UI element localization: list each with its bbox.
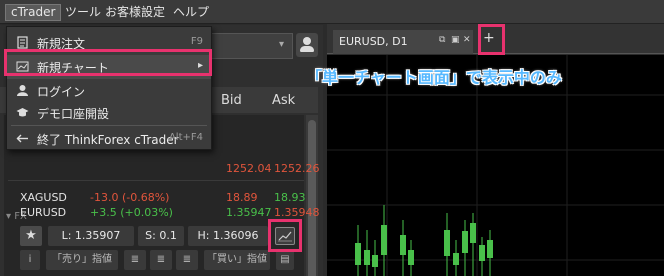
link-icon[interactable]: ▣ [451,36,460,45]
change-value: +3.5 (+0.03%) [90,206,173,219]
menu-item-label: 終了 ThinkForex cTrader [37,133,179,147]
list-icon[interactable]: ≣ [176,250,198,270]
menu-item-login[interactable]: ログイン [7,79,211,103]
highlight-box [268,219,302,252]
sell-limit-button[interactable]: 「売り」指値 [46,250,118,270]
tab-eurusd-d1[interactable]: EURUSD, D1 ⧉ ▣ ✕ [333,30,473,54]
low-field: L: 1.35907 [48,226,134,246]
menu-item-label: ログイン [37,85,86,99]
info-button[interactable]: i [20,250,40,270]
graduation-cap-icon [16,108,29,117]
menu-help[interactable]: ヘルプ [168,4,214,21]
bid-value: 1.35947 [226,206,272,219]
menu-item-shortcut: Alt+F4 [168,132,203,143]
exit-arrow-icon [16,134,28,143]
price-chart[interactable] [327,55,664,276]
menu-bar: cTrader ツール お客様設定 ヘルプ [0,0,664,24]
high-field: H: 1.36096 [188,226,268,246]
user-icon [17,85,28,96]
highlight-box [4,49,212,76]
menu-item-label: デモ口座開設 [37,107,110,121]
user-icon[interactable] [296,33,318,57]
ask-value: 1252.26 [274,162,320,175]
buy-limit-button[interactable]: 「買い」指値 [204,250,270,270]
table-row[interactable]: 1252.04 1252.26 [12,158,320,180]
menu-item-exit[interactable]: 終了 ThinkForex cTrader Alt+F4 [7,127,211,151]
bid-column-label: Bid [221,93,242,108]
menu-item-demo-account[interactable]: デモ口座開設 [7,101,211,125]
order-icon [17,36,28,49]
menu-item-shortcut: F9 [190,36,203,47]
grid [327,55,664,276]
menu-settings[interactable]: お客様設定 [100,4,170,21]
candles [355,205,493,276]
bid-value: 1252.04 [226,162,272,175]
highlight-box [478,24,505,55]
document-icon[interactable]: ▤ [276,250,294,270]
menu-separator [11,125,207,126]
spread-field: S: 0.1 [138,226,184,246]
ask-column-label: Ask [272,93,296,108]
ctrader-menu-dropdown: 新規注文 F9 新規チャート ▸ ログイン デモ口座開設 終了 ThinkFor… [6,26,212,150]
tab-title: EURUSD, D1 [339,35,408,48]
menu-ctrader[interactable]: cTrader [5,4,62,21]
row-divider [8,180,304,181]
list-icon[interactable]: ≣ [150,250,172,270]
symbol-name: EURUSD [20,206,67,219]
table-row[interactable]: EURUSD +3.5 (+0.03%) 1.35947 1.35948 [12,202,320,224]
overlay-banner: 「単一チャート画面」で表示中のみ [306,68,562,87]
star-icon[interactable]: ★ [20,226,42,246]
list-icon[interactable]: ≣ [124,250,146,270]
scrollbar-thumb[interactable] [308,120,316,276]
close-icon[interactable]: ✕ [463,36,472,45]
popout-icon[interactable]: ⧉ [439,36,448,45]
chevron-down-icon[interactable]: ▾ [279,39,284,50]
